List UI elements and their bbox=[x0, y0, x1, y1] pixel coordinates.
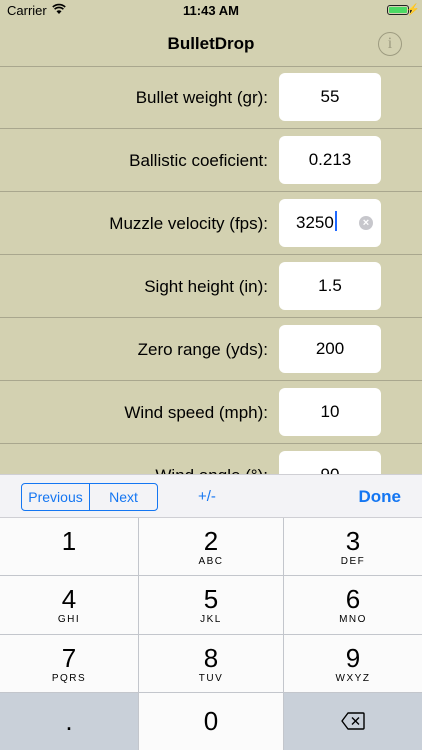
navigation-bar: BulletDrop i bbox=[0, 22, 422, 67]
key-digit: 9 bbox=[345, 642, 361, 673]
row-sight-height: Sight height (in): 1.5 bbox=[0, 255, 422, 318]
key-digit: 2 bbox=[203, 526, 219, 556]
key-letters: TUV bbox=[198, 672, 224, 684]
info-icon[interactable]: i bbox=[378, 32, 402, 56]
key-9[interactable]: 9 WXYZ bbox=[284, 634, 422, 692]
zero-range-input[interactable]: 200 bbox=[279, 325, 381, 373]
ballistic-coefficient-label: Ballistic coeficient: bbox=[129, 151, 268, 170]
clock: 11:43 AM bbox=[183, 3, 239, 18]
row-wind-speed: Wind speed (mph): 10 bbox=[0, 381, 422, 444]
key-decimal[interactable]: . bbox=[0, 692, 138, 750]
key-4[interactable]: 4 GHI bbox=[0, 576, 138, 634]
row-zero-range: Zero range (yds): 200 bbox=[0, 318, 422, 381]
number-keypad: 1 2 ABC 3 DEF 4 GHI 5 JKL 6 MNO 7 PQRS 8 TUV 9W… bbox=[0, 518, 422, 750]
keyboard-toolbar: Previous Next +/- Done bbox=[0, 474, 422, 518]
wind-speed-label: Wind speed (mph): bbox=[124, 403, 268, 422]
wind-angle-input[interactable]: 90 bbox=[279, 451, 381, 474]
text-cursor bbox=[334, 211, 337, 231]
wind-angle-label: Wind angle (°): bbox=[155, 466, 268, 474]
key-digit: 7 bbox=[61, 642, 77, 673]
key-8[interactable]: 8 TUV bbox=[139, 634, 283, 692]
done-button[interactable]: Done bbox=[359, 487, 402, 507]
key-digit: 4 bbox=[61, 584, 77, 615]
key-backspace[interactable] bbox=[284, 692, 422, 750]
wind-speed-input[interactable]: 10 bbox=[279, 388, 381, 436]
previous-button[interactable]: Previous bbox=[22, 484, 89, 510]
key-letters: WXYZ bbox=[335, 672, 371, 684]
backspace-icon bbox=[341, 712, 365, 731]
key-7[interactable]: 7 PQRS bbox=[0, 634, 138, 692]
row-bullet-weight: Bullet weight (gr): 55 bbox=[0, 66, 422, 129]
key-digit: 0 bbox=[203, 705, 219, 736]
bullet-weight-input[interactable]: 55 bbox=[279, 73, 381, 121]
zero-range-label: Zero range (yds): bbox=[137, 340, 268, 359]
key-6[interactable]: 6 MNO bbox=[284, 576, 422, 634]
bullet-weight-label: Bullet weight (gr): bbox=[135, 88, 268, 107]
ballistic-coefficient-input[interactable]: 0.213 bbox=[279, 136, 381, 184]
key-2[interactable]: 2 ABC bbox=[139, 518, 283, 576]
key-letters: JKL bbox=[200, 614, 222, 626]
sight-height-input[interactable]: 1.5 bbox=[279, 262, 381, 310]
key-letters: DEF bbox=[340, 556, 366, 567]
row-wind-angle: Wind angle (°): 90 bbox=[0, 444, 422, 474]
clear-icon[interactable]: × bbox=[359, 216, 373, 230]
plus-minus-button[interactable]: +/- bbox=[198, 488, 216, 505]
key-5[interactable]: 5 JKL bbox=[139, 576, 283, 634]
previous-next-control: Previous Next bbox=[21, 483, 158, 511]
page-title: BulletDrop bbox=[167, 34, 255, 53]
muzzle-velocity-value: 3250 bbox=[296, 213, 334, 232]
key-0[interactable]: 0 bbox=[139, 692, 283, 750]
key-digit: 6 bbox=[345, 584, 361, 615]
key-letters: GHI bbox=[57, 614, 81, 626]
key-letters: PQRS bbox=[51, 672, 87, 684]
key-letters: MNO bbox=[339, 614, 367, 626]
key-3[interactable]: 3 DEF bbox=[284, 518, 422, 576]
muzzle-velocity-label: Muzzle velocity (fps): bbox=[109, 214, 268, 233]
input-form: Bullet weight (gr): 55 Ballistic coefici… bbox=[0, 66, 422, 474]
key-1[interactable]: 1 bbox=[0, 518, 138, 576]
muzzle-velocity-input[interactable]: 3250 × bbox=[279, 199, 381, 247]
row-muzzle-velocity: Muzzle velocity (fps): 3250 × bbox=[0, 192, 422, 255]
charging-icon: ⚡ bbox=[406, 4, 420, 16]
key-digit: 8 bbox=[203, 642, 219, 673]
key-digit: 1 bbox=[61, 526, 77, 556]
key-digit: . bbox=[65, 705, 73, 736]
status-bar: Carrier 11:43 AM ⚡ bbox=[0, 0, 422, 22]
key-digit: 5 bbox=[203, 584, 219, 615]
key-digit: 3 bbox=[345, 526, 361, 556]
sight-height-label: Sight height (in): bbox=[144, 277, 268, 296]
key-letters: ABC bbox=[198, 556, 224, 567]
next-button[interactable]: Next bbox=[89, 484, 157, 510]
row-ballistic-coefficient: Ballistic coeficient: 0.213 bbox=[0, 129, 422, 192]
